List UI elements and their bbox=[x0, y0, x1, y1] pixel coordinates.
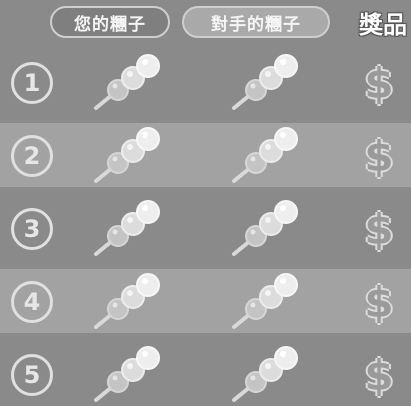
dollar-prize-icon: $ bbox=[364, 131, 394, 181]
your-dango-skewer-icon[interactable] bbox=[88, 125, 168, 185]
opponent-dango-skewer-icon bbox=[226, 52, 306, 112]
round-number-badge: 5 bbox=[11, 354, 53, 396]
round-row: 3 $ bbox=[0, 196, 411, 260]
dollar-prize-icon: $ bbox=[364, 204, 394, 254]
round-number-badge: 2 bbox=[11, 135, 53, 177]
header-bar: 您的糰子 對手的糰子 獎品 bbox=[0, 0, 411, 48]
opponent-dango-skewer-icon bbox=[226, 271, 306, 331]
dollar-prize-icon: $ bbox=[364, 277, 394, 327]
round-number-badge: 3 bbox=[11, 208, 53, 250]
your-dango-skewer-icon[interactable] bbox=[88, 344, 168, 404]
opponent-dango-skewer-icon bbox=[226, 344, 306, 404]
round-number-badge: 4 bbox=[11, 281, 53, 323]
your-dango-skewer-icon[interactable] bbox=[88, 271, 168, 331]
your-dango-skewer-icon[interactable] bbox=[88, 198, 168, 258]
round-row: 5 $ bbox=[0, 342, 411, 406]
dango-board: 您的糰子 對手的糰子 獎品 1 $2 $3 $ 4 $ 5 $ bbox=[0, 0, 411, 406]
opponent-dango-tab[interactable]: 對手的糰子 bbox=[182, 6, 330, 38]
round-row: 2 $ bbox=[0, 123, 411, 187]
your-dango-tab[interactable]: 您的糰子 bbox=[50, 6, 170, 38]
opponent-dango-skewer-icon bbox=[226, 125, 306, 185]
opponent-dango-skewer-icon bbox=[226, 198, 306, 258]
dollar-prize-icon: $ bbox=[364, 350, 394, 400]
dollar-prize-icon: $ bbox=[364, 58, 394, 108]
round-row: 4 $ bbox=[0, 269, 411, 333]
your-dango-skewer-icon[interactable] bbox=[88, 52, 168, 112]
prize-heading: 獎品 bbox=[359, 10, 407, 39]
round-row: 1 $ bbox=[0, 50, 411, 114]
round-number-badge: 1 bbox=[11, 62, 53, 104]
